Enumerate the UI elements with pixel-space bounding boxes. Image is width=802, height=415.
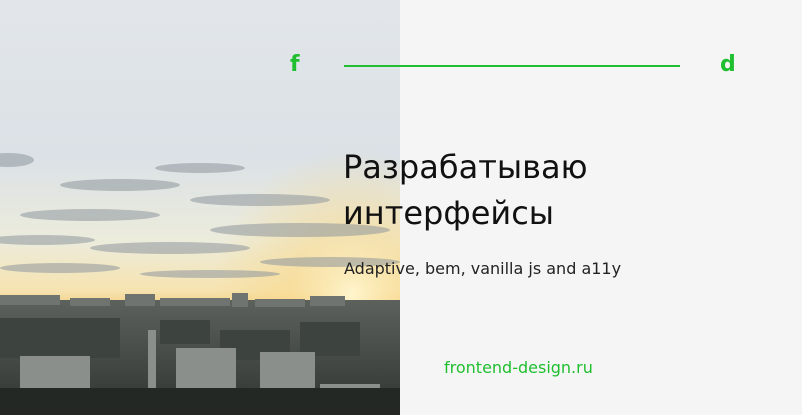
headline-line-2: интерфейсы [343, 194, 555, 232]
page-headline: Разрабатываю интерфейсы [343, 144, 783, 236]
headline-line-1: Разрабатываю [343, 148, 588, 186]
logo-letter-f: f [290, 52, 300, 77]
logo-letter-d: d [720, 52, 736, 77]
city-sunset-photo [0, 0, 400, 415]
skills-subtitle: Adaptive, bem, vanilla js and a11y [344, 259, 622, 278]
site-link[interactable]: frontend-design.ru [444, 357, 593, 379]
logo-divider-line [344, 65, 680, 67]
